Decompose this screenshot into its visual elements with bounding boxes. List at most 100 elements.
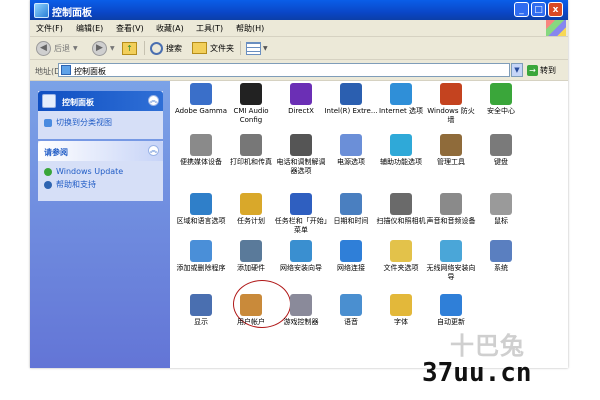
control-panel-item-label: 添加硬件 xyxy=(237,264,265,272)
control-panel-window: 控制面板 _ □ x 文件(F) 编辑(E) 查看(V) 收藏(A) 工具(T)… xyxy=(30,0,568,368)
control-panel-item[interactable]: 任务栏和「开始」菜单 xyxy=(274,193,328,235)
auto-update-icon xyxy=(440,294,462,316)
control-panel-item[interactable]: 系统 xyxy=(474,240,528,273)
directx-icon xyxy=(290,83,312,105)
search-button[interactable]: 搜索 xyxy=(150,40,182,56)
address-input[interactable]: 控制面板 xyxy=(58,63,510,77)
control-panel-item[interactable]: CMI Audio Config xyxy=(224,83,278,125)
window-title: 控制面板 xyxy=(52,8,92,19)
control-panel-item[interactable]: 自动更新 xyxy=(424,294,478,327)
region-language-icon xyxy=(190,193,212,215)
menu-help[interactable]: 帮助(H) xyxy=(236,23,264,34)
control-panel-item[interactable]: 网络安装向导 xyxy=(274,240,328,273)
control-panel-item-label: 电源选项 xyxy=(337,158,365,166)
control-panel-item[interactable]: 安全中心 xyxy=(474,83,528,116)
control-panel-item[interactable]: 网络连接 xyxy=(324,240,378,273)
back-dropdown-icon[interactable]: ▼ xyxy=(73,45,78,52)
control-panel-item[interactable]: 电源选项 xyxy=(324,134,378,167)
control-panel-item-label: 管理工具 xyxy=(437,158,465,166)
menu-bar: 文件(F) 编辑(E) 查看(V) 收藏(A) 工具(T) 帮助(H) xyxy=(30,20,568,37)
control-panel-item[interactable]: 日期和时间 xyxy=(324,193,378,226)
menu-view[interactable]: 查看(V) xyxy=(116,23,144,34)
monitor-icon xyxy=(190,83,212,105)
power-options-icon xyxy=(340,134,362,156)
control-panel-item[interactable]: 区域和语言选项 xyxy=(174,193,228,226)
control-panel-item[interactable]: 文件夹选项 xyxy=(374,240,428,273)
control-panel-item[interactable]: 扫描仪和照相机 xyxy=(374,193,428,226)
control-panel-item-label: 网络连接 xyxy=(337,264,365,272)
up-folder-icon: ↑ xyxy=(122,41,137,55)
control-panel-item-label: 日期和时间 xyxy=(333,217,369,225)
help-icon xyxy=(44,180,52,189)
control-panel-item[interactable]: 无线网络安装向导 xyxy=(424,240,478,282)
watermark-site-text: 37uu.cn xyxy=(422,358,532,388)
scanner-camera-icon xyxy=(390,193,412,215)
title-bar[interactable]: 控制面板 _ □ x xyxy=(30,0,568,20)
control-panel-item[interactable]: 用户帐户 xyxy=(224,294,278,327)
control-panel-item[interactable]: Internet 选项 xyxy=(374,83,428,116)
firewall-icon xyxy=(440,83,462,105)
control-panel-item[interactable]: DirectX xyxy=(274,83,328,116)
control-panel-item-label: 网络安装向导 xyxy=(280,264,322,272)
control-panel-item[interactable]: 显示 xyxy=(174,294,228,327)
views-button[interactable]: ▼ xyxy=(246,40,268,56)
menu-favorites[interactable]: 收藏(A) xyxy=(156,23,184,34)
collapse-chevron-icon[interactable]: ︽ xyxy=(148,145,159,156)
see-also-panel-header[interactable]: 请参阅 ︽ xyxy=(38,141,163,161)
control-panel-item[interactable]: 管理工具 xyxy=(424,134,478,167)
control-panel-item[interactable]: 添加硬件 xyxy=(224,240,278,273)
control-panel-item-label: CMI Audio Config xyxy=(233,107,269,124)
up-folder-button[interactable]: ↑ xyxy=(122,40,137,56)
control-panel-item[interactable]: 游戏控制器 xyxy=(274,294,328,327)
control-panel-item-label: 无线网络安装向导 xyxy=(426,264,476,281)
minimize-button[interactable]: _ xyxy=(514,2,529,17)
address-bar: 地址(D) 控制面板 ▼ → 转到 xyxy=(30,60,568,81)
control-panel-item-label: 语音 xyxy=(344,318,358,326)
control-panel-item[interactable]: Adobe Gamma xyxy=(174,83,228,116)
user-accounts-icon xyxy=(240,294,262,316)
category-view-icon xyxy=(44,118,52,127)
forward-dropdown-icon[interactable]: ▼ xyxy=(110,45,115,52)
windows-logo-icon xyxy=(546,20,566,36)
menu-edit[interactable]: 编辑(E) xyxy=(76,23,103,34)
control-panel-item[interactable]: 鼠标 xyxy=(474,193,528,226)
control-panel-item[interactable]: Windows 防火墙 xyxy=(424,83,478,125)
control-panel-item-label: 区域和语言选项 xyxy=(176,217,226,225)
control-panel-item[interactable]: 字体 xyxy=(374,294,428,327)
control-panel-item[interactable]: 辅助功能选项 xyxy=(374,134,428,167)
mouse-icon xyxy=(490,193,512,215)
printer-icon xyxy=(240,134,262,156)
control-panel-item-label: 任务计划 xyxy=(237,217,265,225)
forward-button[interactable]: ▶ ▼ xyxy=(92,40,115,56)
control-panel-item[interactable]: 便携媒体设备 xyxy=(174,134,228,167)
menu-tools[interactable]: 工具(T) xyxy=(196,23,223,34)
close-button[interactable]: x xyxy=(548,2,563,17)
back-button[interactable]: ◀ 后退 ▼ xyxy=(36,40,78,56)
search-label: 搜索 xyxy=(166,43,182,53)
control-panel-item[interactable]: 语音 xyxy=(324,294,378,327)
add-hardware-icon xyxy=(240,240,262,262)
help-and-support-link[interactable]: 帮助和支持 xyxy=(44,179,157,190)
switch-to-category-view-link[interactable]: 切换到分类视图 xyxy=(44,117,157,128)
control-panel-item[interactable]: 电话和调制解调器选项 xyxy=(274,134,328,176)
admin-tools-icon xyxy=(440,134,462,156)
control-panel-item[interactable]: 键盘 xyxy=(474,134,528,167)
control-panel-item[interactable]: 声音和音频设备 xyxy=(424,193,478,226)
control-panel-item-label: 鼠标 xyxy=(494,217,508,225)
control-panel-small-icon xyxy=(61,65,71,75)
control-panel-item[interactable]: Intel(R) Extre... xyxy=(324,83,378,116)
folder-options-icon xyxy=(390,240,412,262)
go-button[interactable]: → 转到 xyxy=(527,63,556,77)
maximize-button[interactable]: □ xyxy=(531,2,546,17)
control-panel-item[interactable]: 打印机和传真 xyxy=(224,134,278,167)
control-panel-panel-header[interactable]: 控制面板 ︽ xyxy=(38,91,163,111)
windows-update-link[interactable]: Windows Update xyxy=(44,167,157,176)
control-panel-item-label: 任务栏和「开始」菜单 xyxy=(274,217,328,234)
control-panel-item[interactable]: 任务计划 xyxy=(224,193,278,226)
address-dropdown-icon[interactable]: ▼ xyxy=(511,63,523,77)
collapse-chevron-icon[interactable]: ︽ xyxy=(148,95,159,106)
folders-button[interactable]: 文件夹 xyxy=(192,40,234,56)
menu-file[interactable]: 文件(F) xyxy=(36,23,63,34)
windows-update-icon xyxy=(44,167,52,176)
control-panel-item[interactable]: 添加或删除程序 xyxy=(174,240,228,273)
